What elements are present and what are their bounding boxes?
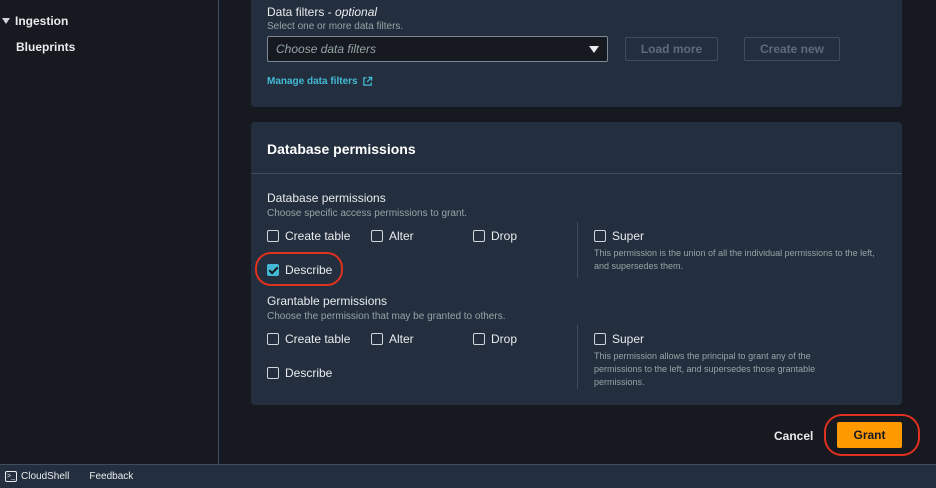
- divider: [577, 222, 578, 278]
- grantable-super-description: This permission allows the principal to …: [594, 351, 816, 387]
- checkbox-describe[interactable]: Describe: [267, 263, 332, 277]
- checkbox-create-table[interactable]: Create table: [267, 229, 350, 243]
- external-link-icon: [362, 76, 372, 86]
- divider: [577, 325, 578, 389]
- checkbox-label: Describe: [285, 366, 333, 380]
- checkbox-label: Super: [612, 332, 645, 346]
- checkbox-super[interactable]: Super: [594, 229, 644, 243]
- sidebar-section-label: Ingestion: [15, 14, 69, 28]
- data-filters-select[interactable]: Choose data filters: [267, 36, 608, 62]
- data-filters-panel: Data filters - optional Select one or mo…: [251, 0, 902, 107]
- manage-data-filters-label: Manage data filters: [267, 76, 358, 87]
- checkbox-label: Alter: [389, 229, 414, 243]
- create-new-button[interactable]: Create new: [744, 37, 840, 61]
- load-more-button[interactable]: Load more: [625, 37, 718, 61]
- cloudshell-label: CloudShell: [21, 471, 70, 482]
- cloudshell-button[interactable]: >_ CloudShell: [5, 471, 69, 482]
- panel-header: Database permissions: [251, 122, 902, 174]
- manage-data-filters-link[interactable]: Manage data filters: [267, 76, 373, 87]
- cancel-button[interactable]: Cancel: [768, 424, 819, 448]
- checkbox-label: Super: [612, 229, 645, 243]
- database-permissions-description: Choose specific access permissions to gr…: [267, 208, 468, 219]
- caret-down-icon: [2, 18, 10, 24]
- checkbox-box[interactable]: [267, 230, 279, 242]
- grantable-checkbox-drop[interactable]: Drop: [473, 332, 517, 346]
- checkbox-label: Create table: [285, 229, 351, 243]
- checkbox-box[interactable]: [594, 333, 606, 345]
- checkbox-box[interactable]: [473, 333, 485, 345]
- checkbox-box[interactable]: [473, 230, 485, 242]
- terminal-icon: >_: [5, 471, 17, 482]
- sidebar: Ingestion Blueprints: [0, 0, 219, 464]
- main-content: Data filters - optional Select one or mo…: [220, 0, 936, 464]
- grantable-checkbox-create-table[interactable]: Create table: [267, 332, 350, 346]
- data-filters-label: Data filters - optional: [267, 5, 378, 19]
- caret-down-icon: [589, 46, 599, 53]
- feedback-button[interactable]: Feedback: [89, 471, 133, 482]
- data-filters-placeholder: Choose data filters: [276, 42, 377, 56]
- database-permissions-label: Database permissions: [267, 191, 386, 205]
- grantable-checkbox-alter[interactable]: Alter: [371, 332, 414, 346]
- grant-button[interactable]: Grant: [837, 422, 902, 448]
- checkbox-label: Alter: [389, 332, 414, 346]
- checkbox-box[interactable]: [267, 333, 279, 345]
- grantable-permissions-label: Grantable permissions: [267, 294, 388, 308]
- checkbox-alter[interactable]: Alter: [371, 229, 414, 243]
- data-filters-description: Select one or more data filters.: [267, 21, 404, 32]
- sidebar-item-blueprints[interactable]: Blueprints: [16, 40, 75, 54]
- checkbox-label: Drop: [491, 332, 518, 346]
- bottom-bar: >_ CloudShell Feedback: [0, 464, 936, 488]
- panel-title: Database permissions: [267, 141, 416, 157]
- checkbox-box[interactable]: [594, 230, 606, 242]
- database-permissions-panel: Database permissions Database permission…: [251, 122, 902, 405]
- checkbox-label: Create table: [285, 332, 351, 346]
- sidebar-section-ingestion[interactable]: Ingestion: [2, 14, 68, 28]
- checkbox-label: Drop: [491, 229, 518, 243]
- grantable-permissions-description: Choose the permission that may be grante…: [267, 311, 506, 322]
- grantable-checkbox-super[interactable]: Super: [594, 332, 644, 346]
- checkbox-box-checked[interactable]: [267, 264, 279, 276]
- checkbox-drop[interactable]: Drop: [473, 229, 517, 243]
- checkbox-box[interactable]: [371, 333, 383, 345]
- grantable-checkbox-describe[interactable]: Describe: [267, 366, 332, 380]
- checkbox-box[interactable]: [371, 230, 383, 242]
- page: Ingestion Blueprints Data filters - opti…: [0, 0, 936, 488]
- checkbox-label: Describe: [285, 263, 333, 277]
- checkbox-box[interactable]: [267, 367, 279, 379]
- super-description: This permission is the union of all the …: [594, 248, 875, 271]
